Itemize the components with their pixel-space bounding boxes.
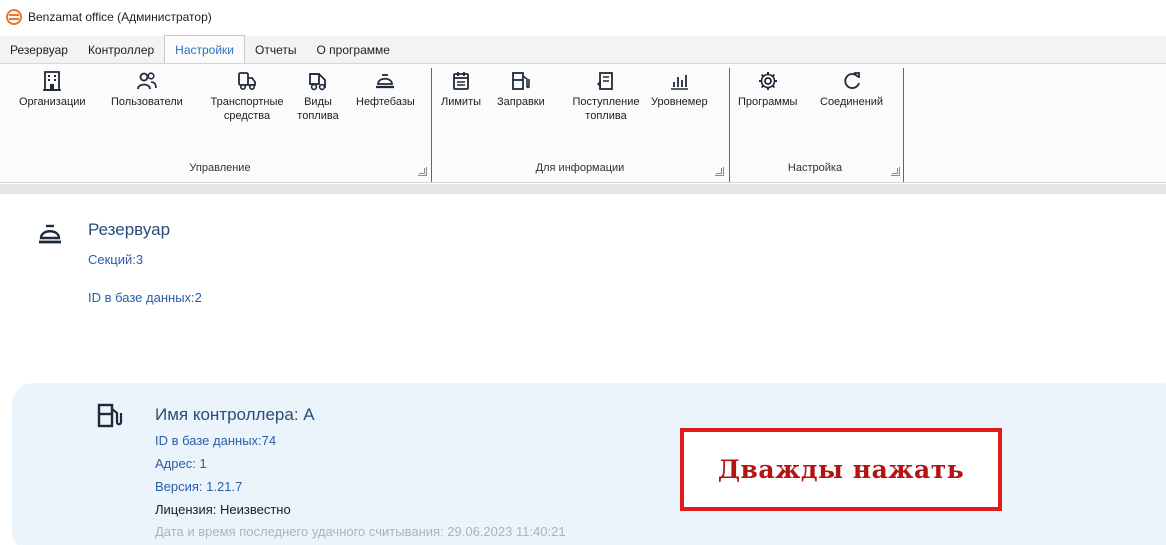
group-launcher-settings[interactable] [891,167,900,176]
window-title: Benzamat office (Администратор) [28,10,212,24]
group-separator [729,68,730,182]
tab-reports[interactable]: Отчеты [245,36,306,63]
fuel-types-button[interactable]: Виды топлива [296,70,340,123]
group-label-management: Управление [189,162,251,174]
organizations-button[interactable]: Организации [19,70,86,109]
ribbon-divider [0,184,1166,194]
controller-version: Версия: 1.21.7 [155,479,243,494]
fuel-types-icon [309,73,326,91]
tab-reservoir[interactable]: Резервуар [0,36,78,63]
group-label-settings: Настройка [787,162,843,174]
refuels-button[interactable]: Заправки [497,70,545,109]
tank-sections: Секций:3 [88,252,144,267]
ribbon: Организации Пользователи Транспортные ср… [0,63,1166,183]
group-launcher-info[interactable] [715,167,724,176]
vehicles-button[interactable]: Транспортные средства [202,70,292,123]
app-logo-icon [6,9,22,25]
users-button[interactable]: Пользователи [111,70,183,109]
controller-db-id: ID в базе данных:74 [155,433,277,448]
menu-tabs: Резервуар Контроллер Настройки Отчеты О … [0,35,1166,63]
tab-settings[interactable]: Настройки [164,35,246,63]
level-gauge-button[interactable]: Уровнемер [651,70,708,109]
tab-about[interactable]: О программе [307,36,400,63]
tank-db-id: ID в базе данных:2 [88,290,202,305]
instruction-callout: Дважды нажать [680,428,1002,511]
tank-icon[interactable] [36,220,64,248]
controller-license: Лицензия: Неизвестно [155,502,291,517]
fuel-intake-icon [597,72,613,90]
truck-icon [238,72,256,91]
fuel-pump-icon [511,72,530,90]
controller-last-read: Дата и время последнего удачного считыва… [155,524,566,539]
refresh-icon [843,72,860,89]
controller-title[interactable]: Имя контроллера: A [155,405,315,425]
tab-controller[interactable]: Контроллер [78,36,164,63]
title-bar: Benzamat office (Администратор) [0,0,1166,34]
fuel-pump-icon [97,403,123,428]
fuel-intake-button[interactable]: Поступление топлива [566,70,646,123]
oil-depots-button[interactable]: Нефтебазы [356,70,415,109]
connections-button[interactable]: Соединений [820,70,883,109]
tank-title[interactable]: Резервуар [88,220,170,240]
group-label-info: Для информации [535,162,625,174]
gear-icon [758,72,777,90]
limits-button[interactable]: Лимиты [441,70,481,109]
programs-button[interactable]: Программы [738,70,797,109]
building-icon [43,71,62,91]
oil-depot-icon [376,74,395,89]
bar-chart-icon [671,75,689,90]
controller-address: Адрес: 1 [155,456,207,471]
group-launcher-management[interactable] [418,167,427,176]
calendar-icon [453,72,469,90]
group-separator [431,68,432,182]
callout-text: Дважды нажать [717,455,965,484]
group-separator [903,68,904,182]
users-icon [136,72,157,90]
